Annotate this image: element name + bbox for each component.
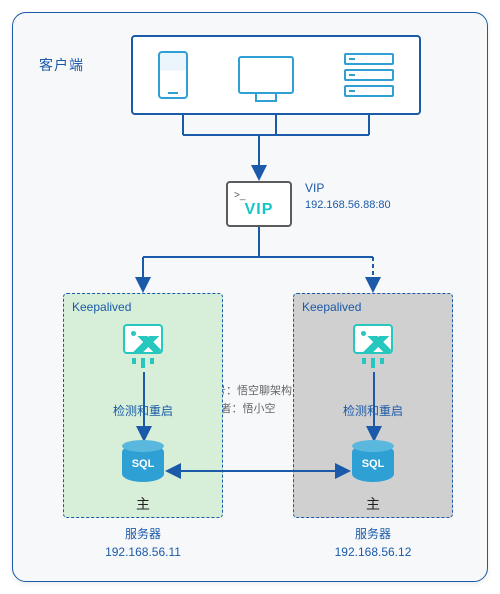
keepalived-title-right: Keepalived: [302, 300, 361, 314]
master-label-left: 主: [64, 494, 222, 514]
server-box-standby: Keepalived 检测和重启 SQL 主: [293, 293, 453, 518]
vip-address: 192.168.56.88:80: [305, 199, 391, 211]
server-addr-left: 192.168.56.11: [63, 543, 223, 561]
check-restart-label-left: 检测和重启: [64, 402, 222, 419]
server-title-right: 服务器: [293, 525, 453, 543]
server-addr-right: 192.168.56.12: [293, 543, 453, 561]
server-footer-left: 服务器 192.168.56.11: [63, 525, 223, 561]
monitor-icon: [238, 56, 294, 94]
keepalived-icon: [353, 324, 393, 368]
cursor-icon: >_: [234, 190, 245, 201]
keepalived-title-left: Keepalived: [72, 300, 131, 314]
rack-server-icon: [344, 53, 394, 97]
server-title-left: 服务器: [63, 525, 223, 543]
sql-label-left: SQL: [122, 458, 164, 470]
phone-icon: [158, 51, 188, 99]
check-restart-label-right: 检测和重启: [294, 402, 452, 419]
vip-to-servers-connector: [13, 227, 489, 297]
server-box-primary: Keepalived 检测和重启 SQL 主: [63, 293, 223, 518]
keepalived-icon: [123, 324, 163, 368]
sql-label-right: SQL: [352, 458, 394, 470]
server-footer-right: 服务器 192.168.56.12: [293, 525, 453, 561]
sql-icon-left: SQL: [122, 444, 164, 486]
vip-box: >_ VIP: [226, 181, 292, 227]
clients-label: 客户端: [39, 55, 84, 75]
architecture-diagram: 客户端 >_ VIP VIP 192.168.56.88:80: [12, 12, 488, 582]
vip-badge: VIP: [245, 201, 274, 219]
clients-box: [131, 35, 421, 115]
master-label-right: 主: [294, 494, 452, 514]
vip-label: VIP: [305, 181, 324, 195]
sql-icon-right: SQL: [352, 444, 394, 486]
